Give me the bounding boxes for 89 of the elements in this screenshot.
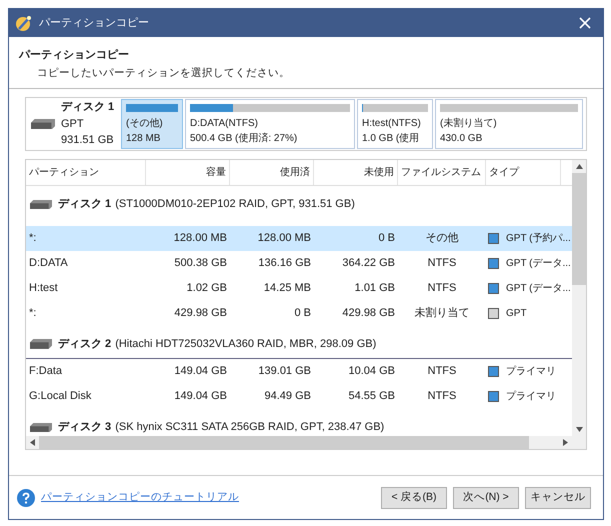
table-cell-text: プライマリ [506,390,556,404]
partition-block[interactable]: (その他) 128 MB [121,99,183,149]
partition-row[interactable]: H:test 1.02 GB 14.25 MB 1.01 GB NTFS GPT (データ... [26,276,572,301]
table-cell-text: 136.16 GB [257,256,312,272]
disk-name: ディスク 3 [58,420,112,436]
column-header[interactable]: 未使用 [314,160,398,185]
partition-row[interactable]: *: 128.00 MB 128.00 MB 0 B その他 GPT (予約パ... [26,226,572,251]
table-cell-text: 364.22 GB [341,256,396,272]
partition-block[interactable]: (未割り当て) 430.0 GB [435,99,583,149]
table-cell-text: 1.01 GB [354,281,396,296]
table-cell-text: 0 B [377,231,396,246]
drive-icon [30,200,52,210]
partition-label: (その他) [126,117,164,131]
page-title: パーティションコピー [19,48,130,63]
table-cell-text: 429.98 GB [173,306,228,322]
up-arrow-icon[interactable] [576,164,582,169]
column-header[interactable]: タイプ [486,160,561,185]
table-cell-text: GPT (データ... [506,282,571,296]
partition-size: 128 MB [126,132,162,146]
table-cell-text: プライマリ [506,364,556,379]
partition-row[interactable]: *: 429.98 GB 0 B 429.98 GB 未割り当て GPT [26,301,572,326]
table-cell-text: 1.02 GB [186,281,228,296]
cancel-button[interactable]: キャンセル [525,486,591,508]
disk-name: ディスク 1 [58,197,112,212]
disk-detail: (SK hynix SC311 SATA 256GB RAID, GPT, 238.47 GB) [115,420,384,436]
table-cell-text: *: [28,306,38,322]
close-icon[interactable] [579,17,591,29]
table-cell-text: 0 B [293,306,312,322]
column-header[interactable]: パーティション [26,160,146,185]
table-cell-text: 139.01 GB [257,364,312,380]
partition-row[interactable]: D:DATA 500.38 GB 136.16 GB 364.22 GB NTFS GPT (データ... [26,251,572,276]
partition-size: 1.0 GB (使用 [362,132,420,146]
scrollbar-thumb[interactable] [572,173,586,285]
partition-row[interactable]: F:Data 149.04 GB 139.01 GB 10.04 GB NTFS プライマリ [26,359,572,384]
table-cell-text: 10.04 GB [348,364,396,380]
table-cell-text: 500.38 GB [173,256,228,272]
table-cell-text: 14.25 MB [262,281,312,296]
table-cell-text: G:Local Disk [28,389,92,404]
disk-detail: (ST1000DM010-2EP102 RAID, GPT, 931.51 GB) [115,197,355,212]
column-header[interactable]: 容量 [146,160,230,185]
table-cell-text: GPT (予約パ... [506,232,571,246]
table-cell-text: H:test [28,281,59,296]
table-cell-text: 128.00 MB [172,231,228,246]
down-arrow-icon[interactable] [576,427,582,432]
back-button[interactable]: < 戻る(B) [381,486,447,508]
column-header[interactable]: 使用済 [230,160,314,185]
table-cell-text: 429.98 GB [341,306,396,322]
table-cell-text: 94.49 GB [264,389,312,404]
table-cell-text: GPT (データ... [506,257,571,271]
drive-icon [31,118,55,130]
table-cell-text: 149.04 GB [173,364,228,380]
vertical-scrollbar[interactable] [572,160,586,436]
disk-style: GPT [61,116,85,132]
partition-label: H:test(NTFS) [362,117,422,131]
window-title: パーティションコピー [39,16,150,31]
left-arrow-icon[interactable] [30,439,35,446]
disk-name: ディスク 1 [61,100,114,116]
tutorial-link[interactable]: パーティションコピーのチュートリアル [41,490,375,506]
partition-row[interactable]: G:Local Disk 149.04 GB 94.49 GB 54.55 GB NTFS プライマリ [26,384,572,409]
table-cell-text: GPT [506,307,527,321]
table-cell-text: 未割り当て [414,306,470,322]
right-arrow-icon[interactable] [563,439,568,446]
partition-label: (未割り当て) [440,116,498,131]
table-cell-text: NTFS [426,364,458,380]
table-cell-text: F:Data [28,364,64,380]
table-cell-text: 149.04 GB [173,389,228,404]
table-cell-text: 128.00 MB [256,231,312,246]
drive-icon [30,339,52,349]
table-cell-text: *: [28,231,38,246]
page-subtitle: コピーしたいパーティションを選択してください。 [37,66,291,80]
partition-label: D:DATA(NTFS) [190,117,259,131]
table-cell-text: NTFS [426,389,458,404]
partition-block[interactable]: H:test(NTFS) 1.0 GB (使用 [357,99,433,149]
table-cell-text: その他 [424,231,460,246]
disk-name: ディスク 2 [58,336,112,352]
partition-block[interactable]: D:DATA(NTFS) 500.4 GB (使用済: 27%) [185,99,355,149]
next-button[interactable]: 次へ(N) > [453,486,519,508]
table-cell-text: NTFS [426,256,458,272]
wand-icon [15,14,33,32]
help-icon[interactable] [17,488,35,506]
table-cell-text: D:DATA [28,256,69,272]
drive-icon [30,422,52,432]
table-cell-text: NTFS [426,281,458,296]
partition-size: 430.0 GB [440,132,484,146]
disk-detail: (Hitachi HDT725032VLA360 RAID, MBR, 298.09 GB) [115,336,376,352]
disk-size: 931.51 GB [61,133,114,148]
partition-size: 500.4 GB (使用済: 27%) [190,132,298,146]
table-cell-text: 54.55 GB [348,389,396,404]
column-header[interactable]: ファイルシステム [398,160,486,185]
